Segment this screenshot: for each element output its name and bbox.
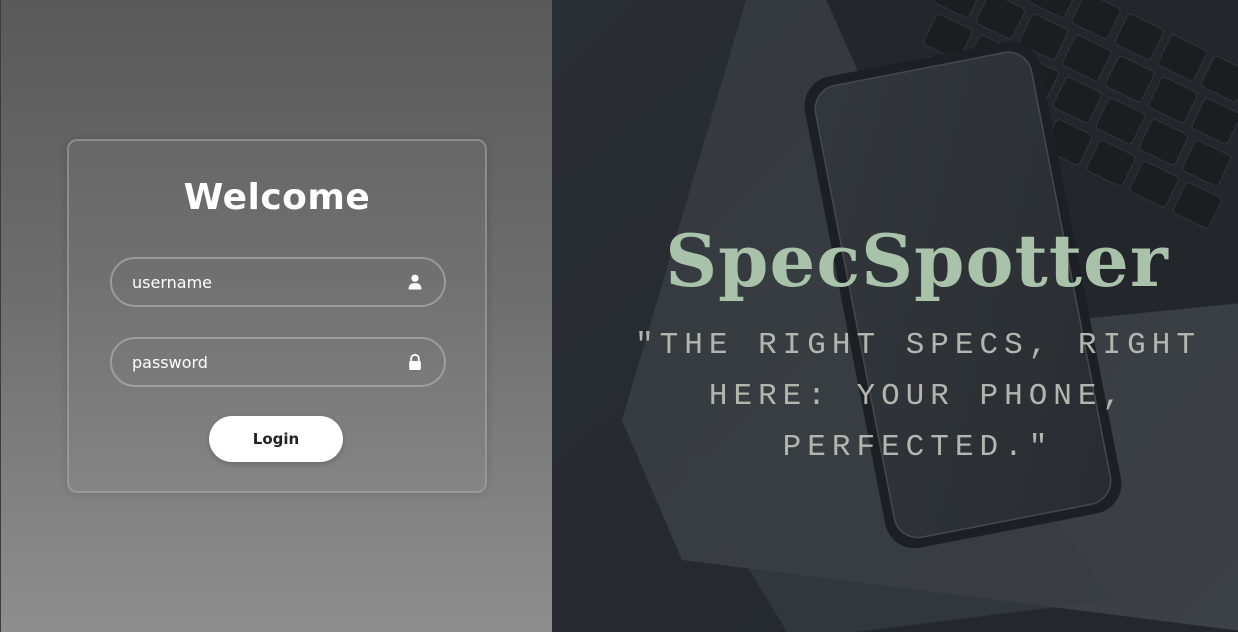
login-panel: Welcome Login [0, 0, 552, 632]
brand-name: SpecSpotter [665, 218, 1169, 303]
username-input[interactable] [112, 259, 444, 305]
login-page: Welcome Login [0, 0, 1238, 632]
user-icon [408, 274, 422, 290]
password-field-wrapper [110, 337, 446, 387]
lock-icon [409, 353, 421, 370]
login-form: Welcome Login [67, 139, 487, 493]
hero-panel: SpecSpotter "THE RIGHT SPECS, RIGHT HERE… [552, 0, 1238, 632]
welcome-title: Welcome [183, 177, 371, 218]
login-button[interactable]: Login [209, 416, 343, 462]
password-input[interactable] [112, 339, 444, 385]
tagline: "THE RIGHT SPECS, RIGHT HERE: YOUR PHONE… [635, 328, 1201, 465]
hero-overlay [552, 0, 1238, 632]
username-field-wrapper [110, 257, 446, 307]
